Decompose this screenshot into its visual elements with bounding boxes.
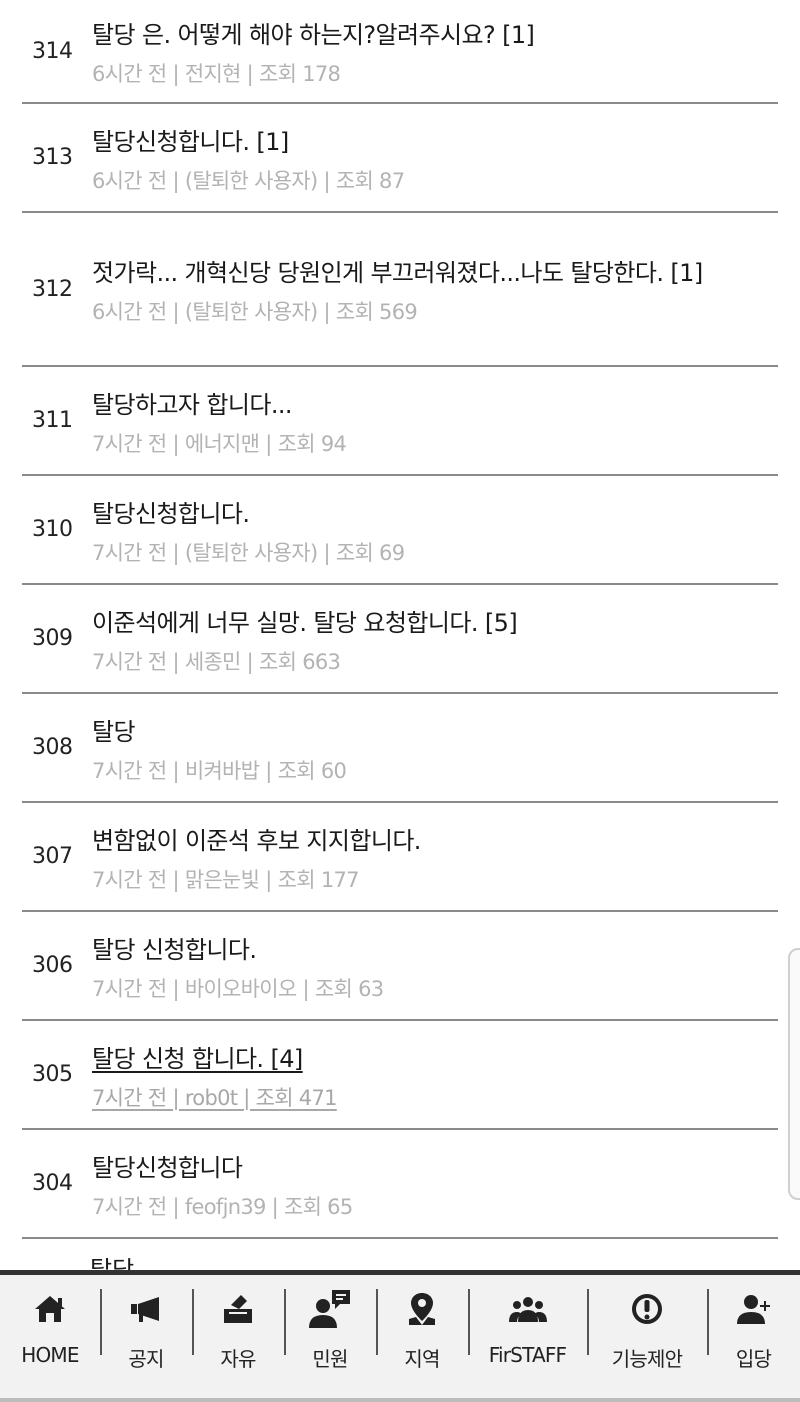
nav-free[interactable]: 자유 xyxy=(192,1275,284,1402)
post-number: 306 xyxy=(32,953,73,978)
post-title[interactable]: 탈당하고자 합니다... xyxy=(92,383,768,427)
post-number: 307 xyxy=(32,844,73,869)
post-title-partial[interactable]: 탈당 xyxy=(90,1250,134,1272)
post-meta: 7시간 전 | 세종민 | 조회 663 xyxy=(92,649,341,674)
post-item[interactable]: 305 탈당 신청 합니다. [4] 7시간 전 | rob0t | 조회 47… xyxy=(22,1021,778,1130)
nav-home[interactable]: HOME xyxy=(0,1275,100,1402)
post-item[interactable]: 312 젓가락... 개혁신당 당원인게 부끄러워졌다...나도 탈당한다. [… xyxy=(22,213,778,367)
nav-label: 공지 xyxy=(128,1347,164,1371)
home-icon xyxy=(28,1287,72,1331)
post-meta: 7시간 전 | (탈퇴한 사용자) | 조회 69 xyxy=(92,540,405,565)
nav-label: 지역 xyxy=(404,1347,440,1371)
post-title[interactable]: 탈당 은. 어떻게 해야 하는지?알려주시요? [1] xyxy=(92,13,768,57)
post-item[interactable]: 314 탈당 은. 어떻게 해야 하는지?알려주시요? [1] 6시간 전 | … xyxy=(22,0,778,104)
post-title[interactable]: 탈당신청합니다. xyxy=(92,492,768,536)
post-number: 308 xyxy=(32,735,73,760)
ballot-box-icon xyxy=(216,1287,260,1331)
post-title[interactable]: 변함없이 이준석 후보 지지합니다. xyxy=(92,819,768,863)
post-number: 312 xyxy=(32,276,73,302)
post-meta: 7시간 전 | 바이오바이오 | 조회 63 xyxy=(92,976,384,1001)
post-title[interactable]: 탈당 신청합니다. xyxy=(92,928,768,972)
post-list: 314 탈당 은. 어떻게 해야 하는지?알려주시요? [1] 6시간 전 | … xyxy=(0,0,800,1272)
add-user-icon xyxy=(732,1287,776,1331)
nav-label: 기능제안 xyxy=(611,1347,683,1371)
post-number: 314 xyxy=(32,38,73,64)
nav-firstaff[interactable]: FirSTAFF xyxy=(468,1275,587,1402)
post-title[interactable]: 탈당 신청 합니다. [4] xyxy=(92,1037,768,1081)
alert-circle-icon xyxy=(625,1287,669,1331)
bottom-navigation: HOME 공지 자유 민원 지역 FirSTAFF 기능제안 입당 xyxy=(0,1270,800,1402)
nav-join[interactable]: 입당 xyxy=(707,1275,800,1402)
scrollbar-handle[interactable] xyxy=(788,948,800,1200)
megaphone-icon xyxy=(124,1287,168,1331)
post-item[interactable]: 304 탈당신청합니다 7시간 전 | feofjn39 | 조회 65 xyxy=(22,1130,778,1239)
nav-suggestion[interactable]: 기능제안 xyxy=(587,1275,707,1402)
nav-label: 자유 xyxy=(220,1347,256,1371)
nav-bottom-border xyxy=(0,1398,800,1402)
post-item[interactable]: 308 탈당 7시간 전 | 비켜바밥 | 조회 60 xyxy=(22,694,778,803)
nav-region[interactable]: 지역 xyxy=(376,1275,468,1402)
post-number: 311 xyxy=(32,408,73,433)
post-number: 309 xyxy=(32,626,73,651)
post-item[interactable]: 310 탈당신청합니다. 7시간 전 | (탈퇴한 사용자) | 조회 69 xyxy=(22,476,778,585)
nav-notice[interactable]: 공지 xyxy=(100,1275,192,1402)
post-number: 310 xyxy=(32,517,73,542)
post-item[interactable]: 311 탈당하고자 합니다... 7시간 전 | 에너지맨 | 조회 94 xyxy=(22,367,778,476)
post-title[interactable]: 탈당신청합니다. [1] xyxy=(92,120,768,164)
nav-label: FirSTAFF xyxy=(488,1343,567,1367)
post-number: 305 xyxy=(32,1062,73,1087)
nav-label: HOME xyxy=(21,1343,79,1367)
post-title[interactable]: 젓가락... 개혁신당 당원인게 부끄러워졌다...나도 탈당한다. [1] xyxy=(92,251,768,295)
group-icon xyxy=(506,1287,550,1331)
post-title[interactable]: 탈당신청합니다 xyxy=(92,1146,768,1190)
post-meta: 7시간 전 | 에너지맨 | 조회 94 xyxy=(92,431,347,456)
post-meta: 6시간 전 | (탈퇴한 사용자) | 조회 87 xyxy=(92,168,405,193)
nav-label: 입당 xyxy=(735,1347,772,1371)
post-item[interactable]: 313 탈당신청합니다. [1] 6시간 전 | (탈퇴한 사용자) | 조회 … xyxy=(22,104,778,213)
post-meta: 6시간 전 | 전지현 | 조회 178 xyxy=(92,62,341,86)
post-meta: 6시간 전 | (탈퇴한 사용자) | 조회 569 xyxy=(92,300,418,324)
post-title[interactable]: 이준석에게 너무 실망. 탈당 요청합니다. [5] xyxy=(92,601,768,645)
nav-complaint[interactable]: 민원 xyxy=(284,1275,376,1402)
post-number: 304 xyxy=(32,1171,73,1196)
map-pin-icon xyxy=(400,1287,444,1331)
user-message-icon xyxy=(308,1287,352,1331)
post-meta: 7시간 전 | feofjn39 | 조회 65 xyxy=(92,1194,353,1219)
post-title[interactable]: 탈당 xyxy=(92,710,768,754)
post-number: 313 xyxy=(32,145,73,170)
post-meta: 7시간 전 | 맑은눈빛 | 조회 177 xyxy=(92,867,360,892)
post-item[interactable]: 307 변함없이 이준석 후보 지지합니다. 7시간 전 | 맑은눈빛 | 조회… xyxy=(22,803,778,912)
post-item[interactable]: 306 탈당 신청합니다. 7시간 전 | 바이오바이오 | 조회 63 xyxy=(22,912,778,1021)
post-meta: 7시간 전 | 비켜바밥 | 조회 60 xyxy=(92,758,347,783)
nav-label: 민원 xyxy=(312,1347,348,1371)
post-item[interactable]: 309 이준석에게 너무 실망. 탈당 요청합니다. [5] 7시간 전 | 세… xyxy=(22,585,778,694)
post-meta: 7시간 전 | rob0t | 조회 471 xyxy=(92,1085,337,1110)
